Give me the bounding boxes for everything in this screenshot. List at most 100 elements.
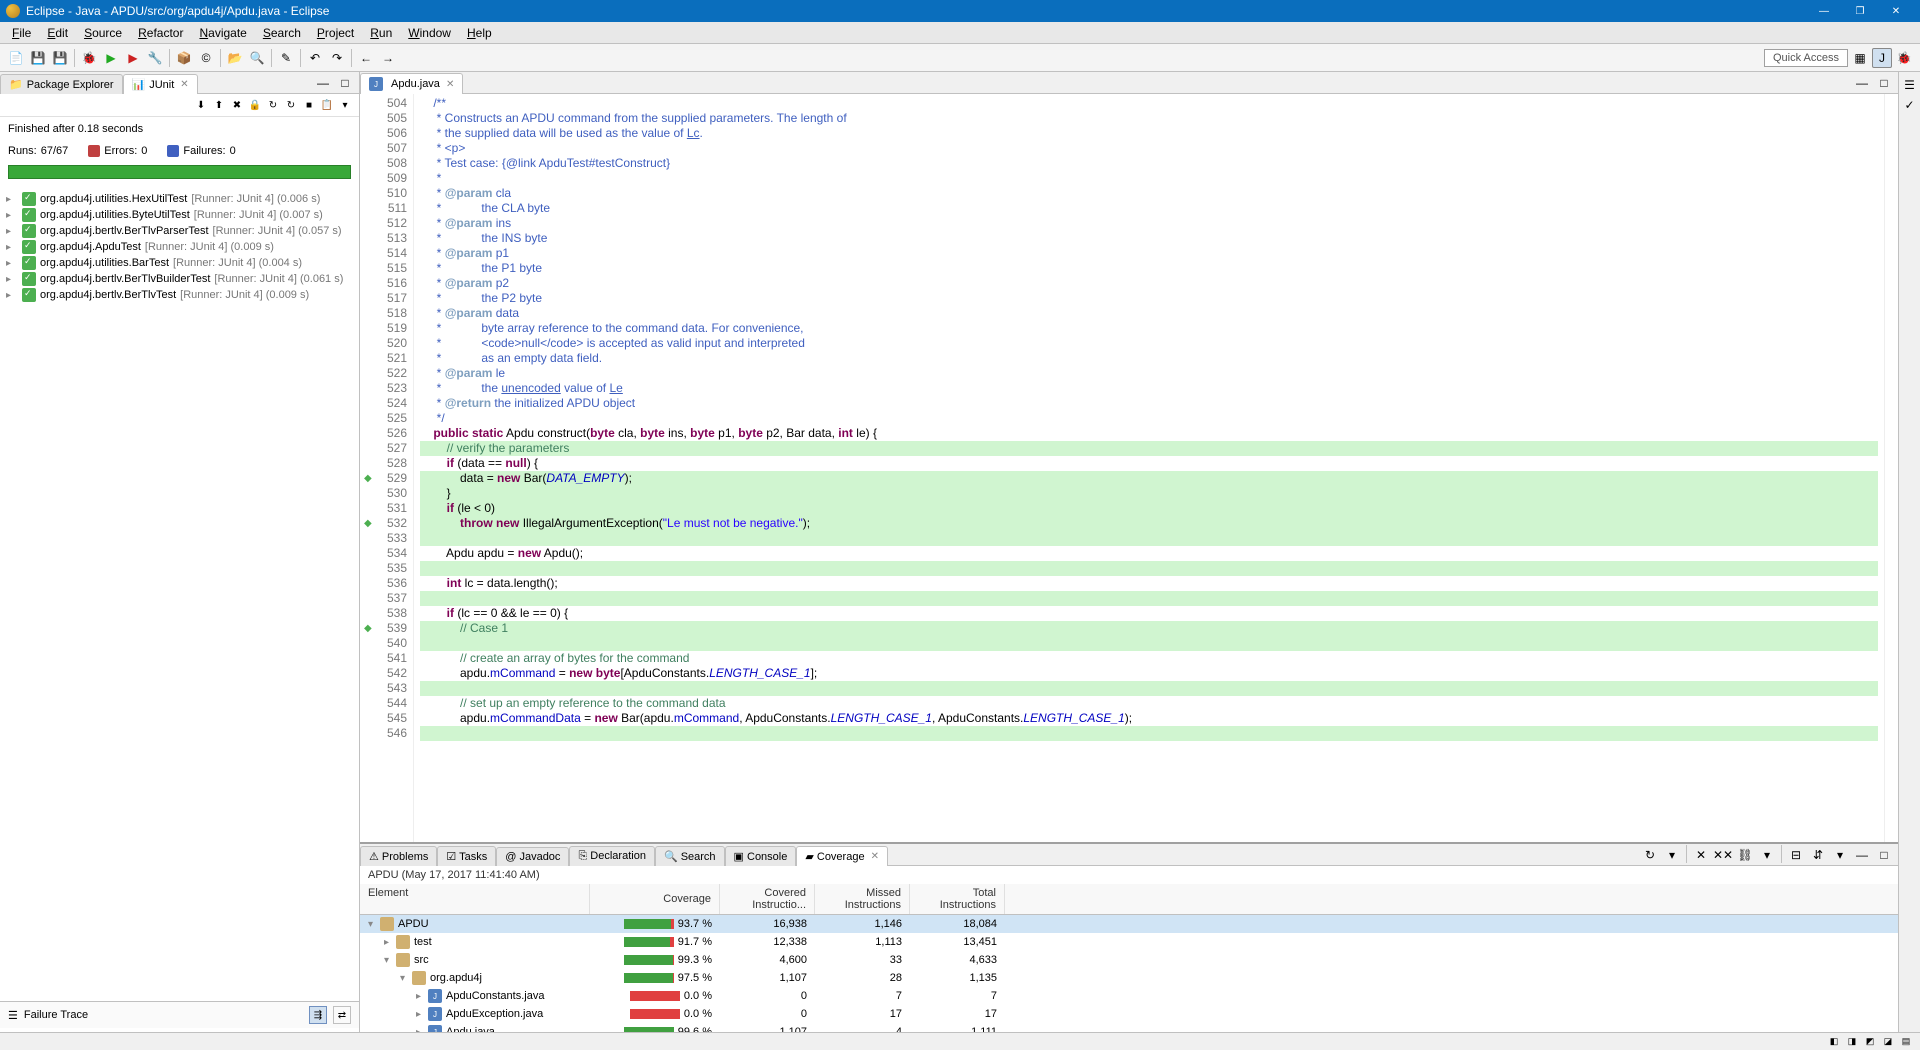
- filter-stack-icon[interactable]: ⇶: [309, 1006, 327, 1024]
- rerun-icon[interactable]: ↻: [265, 97, 281, 113]
- overview-ruler[interactable]: [1884, 94, 1898, 842]
- toggle-mark-icon[interactable]: ✎: [276, 48, 296, 68]
- new-class-icon[interactable]: ©: [196, 48, 216, 68]
- test-item[interactable]: ▸org.apdu4j.utilities.ByteUtilTest [Runn…: [2, 207, 357, 223]
- prev-annotation-icon[interactable]: ↶: [305, 48, 325, 68]
- tab-javadoc[interactable]: @ Javadoc: [496, 847, 569, 866]
- col-missed[interactable]: Missed Instructions: [815, 884, 910, 914]
- remove-session-icon[interactable]: ✕: [1691, 845, 1711, 865]
- select-session-icon[interactable]: ▾: [1757, 845, 1777, 865]
- show-failures-icon[interactable]: ✖: [229, 97, 245, 113]
- new-icon[interactable]: 📄: [6, 48, 26, 68]
- tab-coverage[interactable]: ▰ Coverage✕: [796, 846, 888, 866]
- debug-icon[interactable]: 🐞: [79, 48, 99, 68]
- minimize-icon[interactable]: —: [1852, 845, 1872, 865]
- merge-icon[interactable]: ⛓: [1735, 845, 1755, 865]
- coverage-row[interactable]: ▸test91.7 %12,3381,11313,451: [360, 933, 1898, 951]
- history-icon[interactable]: 📋: [319, 97, 335, 113]
- debug-perspective-icon[interactable]: 🐞: [1894, 48, 1914, 68]
- dump-icon[interactable]: ▾: [1662, 845, 1682, 865]
- sb-icon-3[interactable]: ◩: [1862, 1035, 1878, 1049]
- prev-failure-icon[interactable]: ⬆: [211, 97, 227, 113]
- view-menu-icon[interactable]: ▾: [337, 97, 353, 113]
- minimize-editor-icon[interactable]: —: [1852, 73, 1872, 93]
- col-element[interactable]: Element: [360, 884, 590, 914]
- scroll-lock-icon[interactable]: 🔒: [247, 97, 263, 113]
- quick-access-field[interactable]: Quick Access: [1764, 49, 1848, 67]
- minimize-button[interactable]: —: [1806, 0, 1842, 22]
- tab-declaration[interactable]: ⎘ Declaration: [569, 846, 655, 866]
- coverage-row[interactable]: ▸JApduException.java0.0 %01717: [360, 1005, 1898, 1023]
- open-type-icon[interactable]: 📂: [225, 48, 245, 68]
- compare-icon[interactable]: ⇄: [333, 1006, 351, 1024]
- sb-icon-2[interactable]: ◨: [1844, 1035, 1860, 1049]
- outline-icon[interactable]: ☰: [1901, 76, 1919, 94]
- col-covered[interactable]: Covered Instructio...: [720, 884, 815, 914]
- next-failure-icon[interactable]: ⬇: [193, 97, 209, 113]
- task-list-icon[interactable]: ✓: [1901, 96, 1919, 114]
- minimize-view-icon[interactable]: —: [313, 73, 333, 93]
- menu-file[interactable]: File: [4, 24, 39, 42]
- next-annotation-icon[interactable]: ↷: [327, 48, 347, 68]
- editor-tab-apdu[interactable]: JApdu.java✕: [360, 73, 463, 94]
- test-item[interactable]: ▸org.apdu4j.utilities.HexUtilTest [Runne…: [2, 191, 357, 207]
- menu-source[interactable]: Source: [76, 24, 130, 42]
- search-icon[interactable]: 🔍: [247, 48, 267, 68]
- menu-edit[interactable]: Edit: [39, 24, 76, 42]
- maximize-view-icon[interactable]: □: [335, 73, 355, 93]
- coverage-row[interactable]: ▾src99.3 %4,600334,633: [360, 951, 1898, 969]
- col-coverage[interactable]: Coverage: [590, 884, 720, 914]
- open-perspective-icon[interactable]: ▦: [1850, 48, 1870, 68]
- menu-search[interactable]: Search: [255, 24, 309, 42]
- test-item[interactable]: ▸org.apdu4j.bertlv.BerTlvBuilderTest [Ru…: [2, 271, 357, 287]
- maximize-icon[interactable]: □: [1874, 845, 1894, 865]
- tab-tasks[interactable]: ☑ Tasks: [437, 846, 496, 866]
- external-tools-icon[interactable]: 🔧: [145, 48, 165, 68]
- forward-icon[interactable]: →: [378, 48, 398, 68]
- close-button[interactable]: ✕: [1878, 0, 1914, 22]
- back-icon[interactable]: ←: [356, 48, 376, 68]
- run-icon[interactable]: ▶: [101, 48, 121, 68]
- tab-search[interactable]: 🔍 Search: [655, 846, 725, 866]
- link-editor-icon[interactable]: ⇵: [1808, 845, 1828, 865]
- coverage-row[interactable]: ▸JApduConstants.java0.0 %077: [360, 987, 1898, 1005]
- tab-problems[interactable]: ⚠ Problems: [360, 846, 437, 866]
- sb-icon-1[interactable]: ◧: [1826, 1035, 1842, 1049]
- test-item[interactable]: ▸org.apdu4j.ApduTest [Runner: JUnit 4] (…: [2, 239, 357, 255]
- menu-refactor[interactable]: Refactor: [130, 24, 191, 42]
- menu-window[interactable]: Window: [400, 24, 459, 42]
- code-editor[interactable]: 5045055065075085095105115125135145155165…: [360, 94, 1898, 842]
- col-total[interactable]: Total Instructions: [910, 884, 1005, 914]
- test-item[interactable]: ▸org.apdu4j.bertlv.BerTlvParserTest [Run…: [2, 223, 357, 239]
- relaunch-icon[interactable]: ↻: [1640, 845, 1660, 865]
- tab-package-explorer[interactable]: 📁 Package Explorer: [0, 74, 123, 94]
- coverage-icon[interactable]: ▶: [123, 48, 143, 68]
- close-icon[interactable]: ✕: [871, 851, 879, 862]
- collapse-all-icon[interactable]: ⊟: [1786, 845, 1806, 865]
- tab-junit[interactable]: 📊 JUnit✕: [123, 74, 198, 94]
- rerun-failed-icon[interactable]: ↻: [283, 97, 299, 113]
- menu-help[interactable]: Help: [459, 24, 500, 42]
- tab-console[interactable]: ▣ Console: [725, 846, 797, 866]
- coverage-row[interactable]: ▸JApdu.java99.6 %1,10741,111: [360, 1023, 1898, 1032]
- maximize-button[interactable]: ❐: [1842, 0, 1878, 22]
- test-item[interactable]: ▸org.apdu4j.bertlv.BerTlvTest [Runner: J…: [2, 287, 357, 303]
- coverage-row[interactable]: ▾APDU93.7 %16,9381,14618,084: [360, 915, 1898, 933]
- save-icon[interactable]: 💾: [28, 48, 48, 68]
- sb-icon-4[interactable]: ◪: [1880, 1035, 1896, 1049]
- test-item[interactable]: ▸org.apdu4j.utilities.BarTest [Runner: J…: [2, 255, 357, 271]
- test-tree[interactable]: ▸org.apdu4j.utilities.HexUtilTest [Runne…: [0, 187, 359, 1001]
- coverage-row[interactable]: ▾org.apdu4j97.5 %1,107281,135: [360, 969, 1898, 987]
- stop-icon[interactable]: ■: [301, 97, 317, 113]
- menu-project[interactable]: Project: [309, 24, 362, 42]
- menu-run[interactable]: Run: [362, 24, 400, 42]
- menu-navigate[interactable]: Navigate: [191, 24, 254, 42]
- sb-icon-5[interactable]: ▤: [1898, 1035, 1914, 1049]
- view-menu-icon[interactable]: ▾: [1830, 845, 1850, 865]
- close-icon[interactable]: ✕: [180, 79, 188, 90]
- maximize-editor-icon[interactable]: □: [1874, 73, 1894, 93]
- java-perspective-icon[interactable]: J: [1872, 48, 1892, 68]
- close-icon[interactable]: ✕: [446, 79, 454, 90]
- save-all-icon[interactable]: 💾: [50, 48, 70, 68]
- remove-all-icon[interactable]: ✕✕: [1713, 845, 1733, 865]
